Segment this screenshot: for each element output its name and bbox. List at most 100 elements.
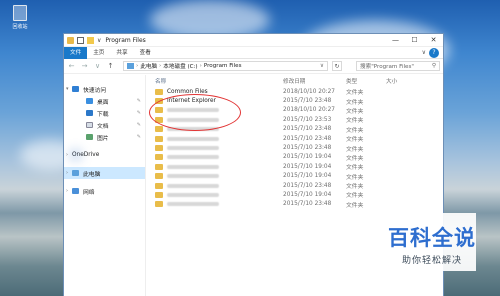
table-row[interactable]: 2015/7/10 23:48 文件夹 xyxy=(146,134,443,143)
file-date: 2015/7/10 23:48 xyxy=(283,135,332,142)
nav-desktop[interactable]: 桌面 ✎ xyxy=(64,95,145,107)
forward-button[interactable]: → xyxy=(80,62,89,70)
pin-icon: ✎ xyxy=(136,98,141,104)
recycle-bin-label: 回收站 xyxy=(12,24,28,30)
file-type: 文件夹 xyxy=(346,108,364,115)
folder-icon xyxy=(155,126,163,133)
refresh-button[interactable]: ↻ xyxy=(332,61,342,71)
tab-view[interactable]: 查看 xyxy=(134,47,157,59)
file-name-cell[interactable] xyxy=(155,201,283,208)
nav-documents[interactable]: 文档 ✎ xyxy=(64,119,145,131)
table-row[interactable]: 2015/7/10 23:48 文件夹 xyxy=(146,181,443,190)
close-button[interactable]: ✕ xyxy=(424,34,443,47)
ribbon-tabs: 文件 主页 共享 查看 ∨ ? xyxy=(64,46,443,59)
file-name-cell[interactable] xyxy=(155,135,283,142)
nav-network[interactable]: › 网络 xyxy=(64,185,145,197)
folder-icon xyxy=(155,201,163,208)
star-icon xyxy=(72,86,79,92)
file-type: 文件夹 xyxy=(346,174,364,181)
table-row[interactable]: 2015/7/10 19:04 文件夹 xyxy=(146,172,443,181)
breadcrumb-separator: › xyxy=(136,63,139,69)
table-row[interactable]: 2015/7/10 19:04 文件夹 xyxy=(146,153,443,162)
folder-icon xyxy=(155,88,163,95)
new-folder-icon[interactable] xyxy=(87,36,94,44)
ribbon-expand-button[interactable]: ∨ xyxy=(422,49,426,56)
file-name-cell[interactable] xyxy=(155,154,283,161)
up-button[interactable]: ↑ xyxy=(106,62,115,70)
title-bar: ∨ Program Files — ☐ ✕ xyxy=(64,34,443,47)
desktop-recycle-bin[interactable]: 回收站 xyxy=(6,5,34,30)
column-type[interactable]: 类型 xyxy=(346,77,386,85)
file-name-cell[interactable] xyxy=(155,163,283,170)
nav-downloads[interactable]: 下载 ✎ xyxy=(64,107,145,119)
folder-icon xyxy=(155,173,163,180)
nav-label: 快速访问 xyxy=(83,87,107,94)
nav-pictures[interactable]: 图片 ✎ xyxy=(64,131,145,143)
file-type: 文件夹 xyxy=(346,184,364,191)
column-size[interactable]: 大小 xyxy=(386,77,426,85)
nav-quick-access[interactable]: ▾ 快速访问 xyxy=(64,83,145,95)
blurred-file-name xyxy=(167,136,219,141)
file-date: 2015/7/10 23:48 xyxy=(283,126,332,133)
breadcrumb-local-disk[interactable]: 本地磁盘 (C:) xyxy=(163,62,197,70)
breadcrumb-program-files[interactable]: Program Files xyxy=(204,63,242,69)
this-pc-icon xyxy=(72,170,79,176)
folder-icon xyxy=(155,135,163,142)
file-date: 2015/7/10 23:53 xyxy=(283,116,332,123)
address-dropdown[interactable]: ∨ xyxy=(320,63,324,69)
search-icon: ⚲ xyxy=(431,63,436,69)
nav-label: 网络 xyxy=(83,189,95,196)
maximize-button[interactable]: ☐ xyxy=(405,34,424,47)
file-name-cell[interactable] xyxy=(155,191,283,198)
file-type: 文件夹 xyxy=(346,118,364,125)
quick-access-dropdown[interactable]: ∨ xyxy=(97,37,101,44)
file-name-cell[interactable] xyxy=(155,145,283,152)
window-title: Program Files xyxy=(105,36,146,44)
blurred-file-name xyxy=(167,183,219,188)
tab-share[interactable]: 共享 xyxy=(110,47,133,59)
file-date: 2015/7/10 23:48 xyxy=(283,182,332,189)
highlight-circle xyxy=(149,94,241,131)
nav-label: 图片 xyxy=(97,135,109,142)
table-row[interactable]: 2015/7/10 19:04 文件夹 xyxy=(146,190,443,199)
document-icon xyxy=(86,122,93,128)
table-row[interactable]: 2015/7/10 23:48 文件夹 xyxy=(146,143,443,153)
table-row[interactable]: 2015/7/10 19:04 文件夹 xyxy=(146,162,443,171)
address-input[interactable]: › 此电脑 › 本地磁盘 (C:) › Program Files ∨ xyxy=(123,61,328,71)
download-icon xyxy=(86,110,93,116)
folder-icon xyxy=(155,145,163,152)
file-date: 2015/7/10 19:04 xyxy=(283,163,332,170)
properties-icon[interactable] xyxy=(77,36,84,44)
pin-icon: ✎ xyxy=(136,134,141,140)
back-button[interactable]: ← xyxy=(67,62,76,70)
file-date: 2015/7/10 23:48 xyxy=(283,145,332,152)
column-date[interactable]: 修改日期 xyxy=(283,77,346,85)
breadcrumb-separator: › xyxy=(199,63,202,69)
nav-label: 文档 xyxy=(97,123,109,130)
tab-file[interactable]: 文件 xyxy=(64,46,88,59)
file-name-cell[interactable]: Common Files xyxy=(155,88,283,95)
nav-label: 桌面 xyxy=(97,99,109,106)
table-row[interactable]: 2015/7/10 23:48 文件夹 xyxy=(146,200,443,209)
file-name-cell[interactable] xyxy=(155,182,283,189)
pictures-icon xyxy=(86,134,93,140)
file-date: 2015/7/10 23:48 xyxy=(283,98,332,105)
nav-label: 下载 xyxy=(97,111,109,118)
column-name[interactable]: 名称 xyxy=(155,77,283,85)
blurred-file-name xyxy=(167,192,219,197)
pin-icon: ✎ xyxy=(136,110,141,116)
blurred-file-name xyxy=(167,174,219,179)
nav-onedrive[interactable]: › OneDrive xyxy=(64,149,145,161)
breadcrumb-this-pc[interactable]: 此电脑 xyxy=(140,62,157,70)
file-date: 2015/7/10 19:04 xyxy=(283,173,332,180)
file-type: 文件夹 xyxy=(346,146,364,153)
folder-icon xyxy=(155,163,163,170)
file-type: 文件夹 xyxy=(346,165,364,172)
search-input[interactable]: 搜索"Program Files" ⚲ xyxy=(356,61,440,71)
minimize-button[interactable]: — xyxy=(386,34,405,47)
recent-locations-button[interactable]: ∨ xyxy=(93,62,102,70)
nav-this-pc[interactable]: › 此电脑 xyxy=(64,167,145,179)
help-button[interactable]: ? xyxy=(429,47,439,58)
tab-home[interactable]: 主页 xyxy=(87,47,110,59)
file-name-cell[interactable] xyxy=(155,173,283,180)
